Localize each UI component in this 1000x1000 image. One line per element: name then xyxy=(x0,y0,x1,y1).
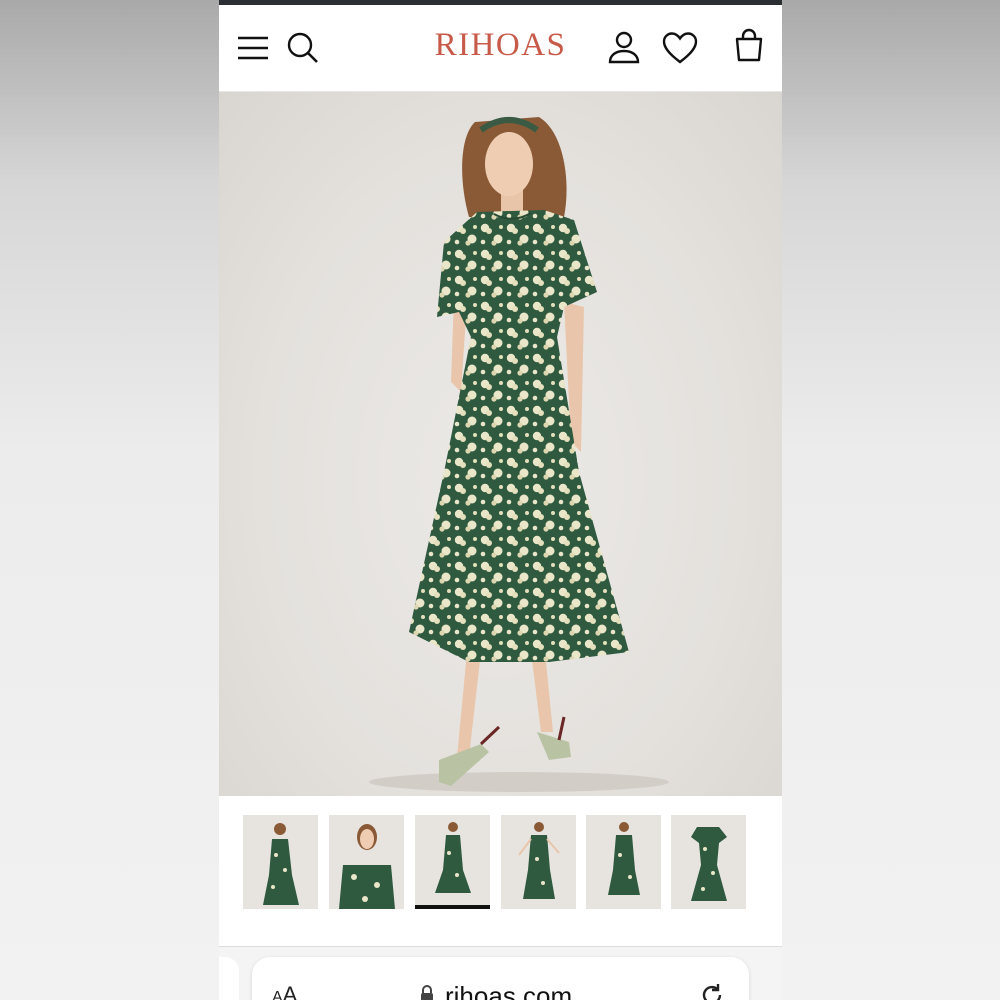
thumbnail-3[interactable] xyxy=(415,815,490,909)
shopping-bag-icon[interactable] xyxy=(731,27,767,63)
thumbnail-6[interactable] xyxy=(671,815,746,909)
text-size-button[interactable]: AA xyxy=(272,982,297,1000)
model-in-floral-dress-image xyxy=(369,117,669,792)
browser-toolbar: AA rihoas.com xyxy=(219,947,782,1000)
thumbnail-strip xyxy=(219,796,782,946)
search-icon[interactable] xyxy=(285,30,321,66)
phone-screen: RIHOAS AA rihoas.com xyxy=(219,0,782,1000)
wishlist-heart-icon[interactable] xyxy=(662,30,698,66)
url-text[interactable]: rihoas.com xyxy=(445,981,572,1000)
site-header: RIHOAS xyxy=(219,5,782,91)
account-icon[interactable] xyxy=(606,29,642,65)
lock-icon xyxy=(421,985,433,1000)
reload-icon[interactable] xyxy=(698,981,726,1000)
address-bar[interactable]: AA rihoas.com xyxy=(252,957,749,1000)
product-main-image[interactable] xyxy=(219,92,782,796)
previous-tab-pill[interactable] xyxy=(219,957,239,1000)
thumbnail-5[interactable] xyxy=(586,815,661,909)
thumbnail-1[interactable] xyxy=(243,815,318,909)
menu-icon[interactable] xyxy=(235,30,271,66)
selected-thumbnail-indicator xyxy=(415,905,490,909)
thumbnail-2[interactable] xyxy=(329,815,404,909)
thumbnail-4[interactable] xyxy=(501,815,576,909)
